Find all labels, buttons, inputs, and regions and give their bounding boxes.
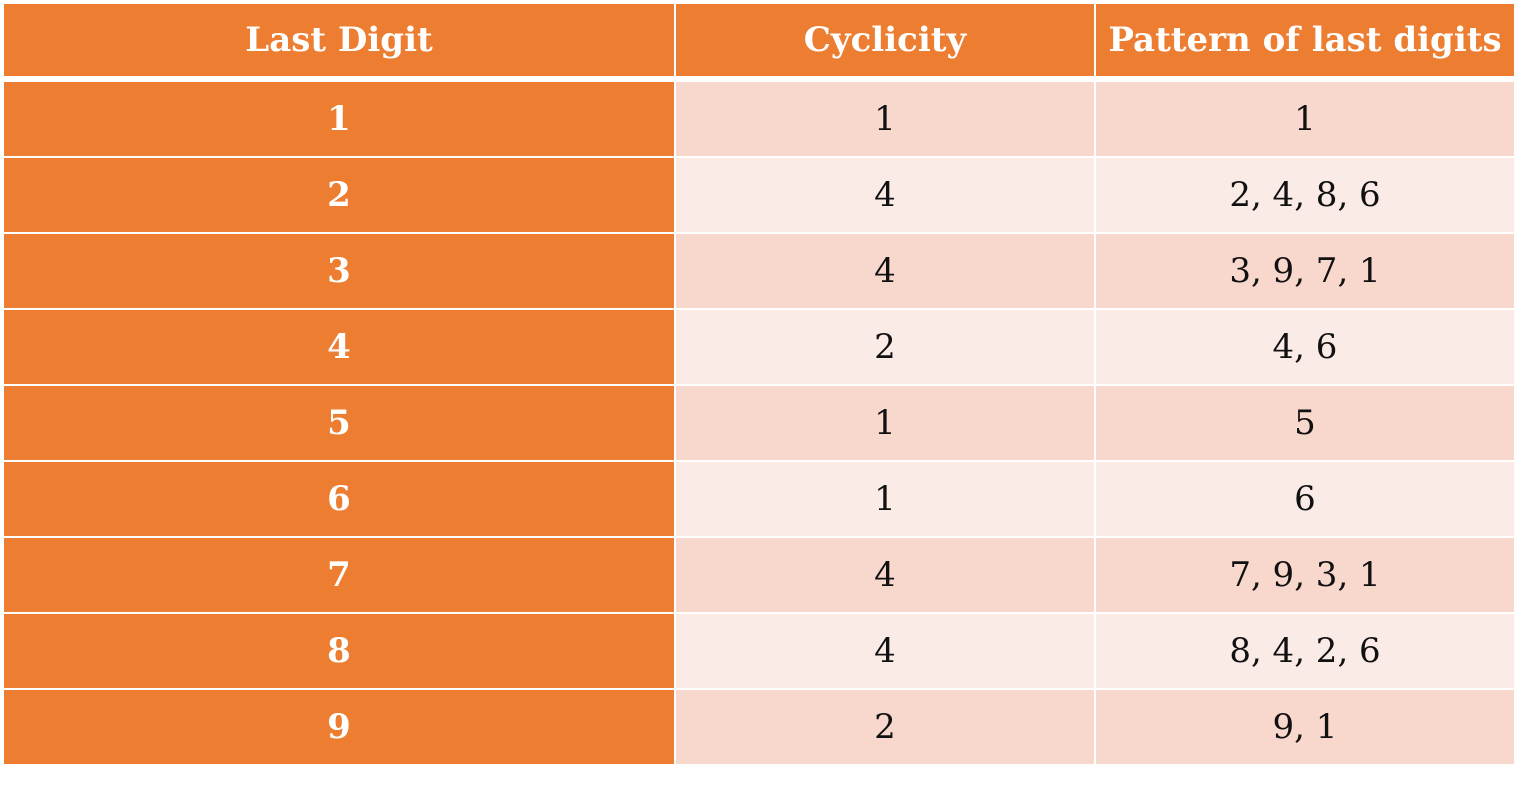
cyclicity-cell: 1	[674, 78, 1096, 158]
cyclicity-cell: 2	[674, 688, 1096, 766]
pattern-cell: 7, 9, 3, 1	[1094, 536, 1516, 614]
table-row: 7 4 7, 9, 3, 1	[2, 536, 1516, 614]
last-digit-cell: 1	[2, 78, 676, 158]
pattern-cell: 5	[1094, 384, 1516, 462]
pattern-cell: 6	[1094, 460, 1516, 538]
cyclicity-cell: 1	[674, 384, 1096, 462]
pattern-cell: 8, 4, 2, 6	[1094, 612, 1516, 690]
cyclicity-cell: 4	[674, 156, 1096, 234]
last-digit-cell: 8	[2, 612, 676, 690]
table-row: 2 4 2, 4, 8, 6	[2, 156, 1516, 234]
last-digit-cell: 4	[2, 308, 676, 386]
last-digit-cell: 3	[2, 232, 676, 310]
header-last-digit: Last Digit	[2, 2, 676, 82]
header-cyclicity: Cyclicity	[674, 2, 1096, 82]
table-row: 515	[2, 384, 1516, 462]
table-row: 616	[2, 460, 1516, 538]
table-row: 3 4 3, 9, 7, 1	[2, 232, 1516, 310]
last-digit-cell: 9	[2, 688, 676, 766]
last-digit-cell: 2	[2, 156, 676, 234]
last-digit-cell: 5	[2, 384, 676, 462]
pattern-cell: 2, 4, 8, 6	[1094, 156, 1516, 234]
table-row: 4 2 4, 6	[2, 308, 1516, 386]
last-digit-cell: 7	[2, 536, 676, 614]
pattern-cell: 1	[1094, 78, 1516, 158]
pattern-cell: 4, 6	[1094, 308, 1516, 386]
pattern-cell: 9, 1	[1094, 688, 1516, 766]
header-row: Last Digit Cyclicity Pattern of last dig…	[2, 2, 1516, 82]
cyclicity-cell: 4	[674, 232, 1096, 310]
table-row: 9 2 9, 1	[2, 688, 1516, 766]
cyclicity-table: Last Digit Cyclicity Pattern of last dig…	[2, 2, 1516, 766]
cyclicity-cell: 4	[674, 536, 1096, 614]
cyclicity-cell: 1	[674, 460, 1096, 538]
last-digit-cell: 6	[2, 460, 676, 538]
cyclicity-cell: 4	[674, 612, 1096, 690]
table-row: 111	[2, 78, 1516, 158]
header-pattern: Pattern of last digits	[1094, 2, 1516, 82]
table-row: 8 4 8, 4, 2, 6	[2, 612, 1516, 690]
cyclicity-cell: 2	[674, 308, 1096, 386]
pattern-cell: 3, 9, 7, 1	[1094, 232, 1516, 310]
